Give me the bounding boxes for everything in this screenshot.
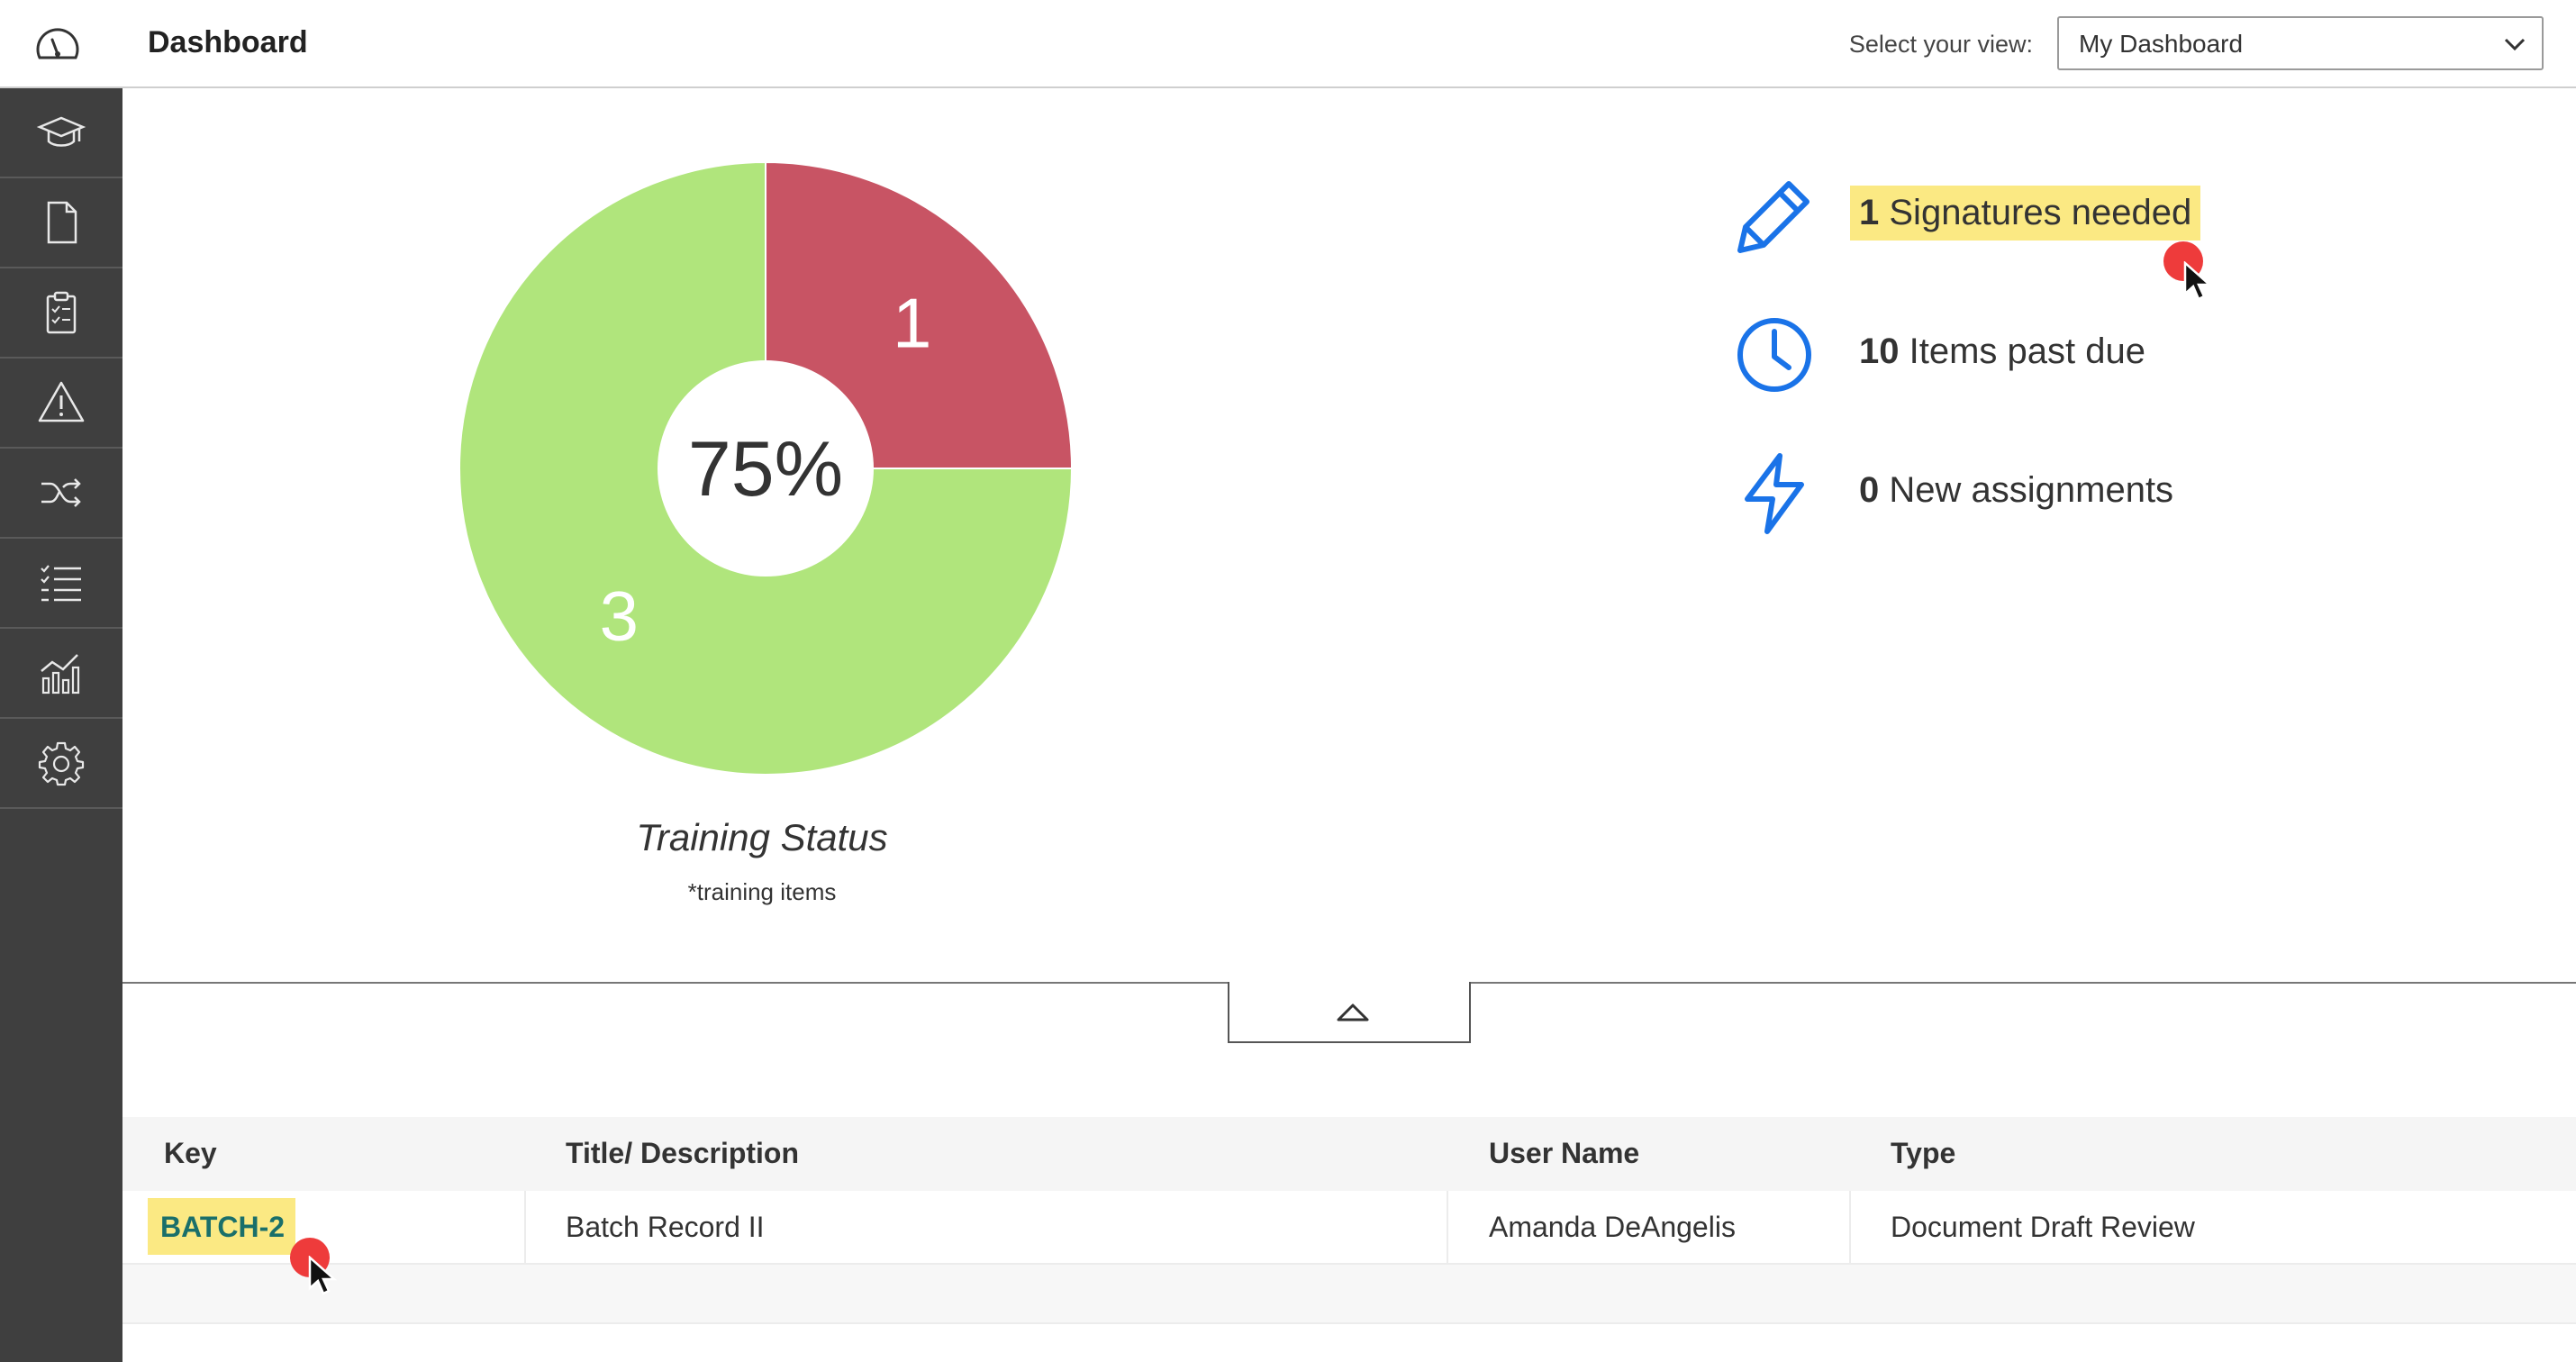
row-key-link[interactable]: BATCH-2 <box>148 1198 296 1255</box>
sidebar-item-tasks[interactable] <box>0 539 122 629</box>
mouse-cursor-icon <box>2183 261 2213 301</box>
lightning-icon <box>1745 453 1804 534</box>
sidebar-item-issues[interactable] <box>0 359 122 449</box>
column-header-type[interactable]: Type <box>1891 1137 1955 1170</box>
stat-signatures-text[interactable]: 1 Signatures needed <box>1850 186 2201 241</box>
clipboard-icon <box>46 291 77 334</box>
view-select-label: Select your view: <box>1848 31 2033 58</box>
analytics-icon <box>41 654 80 695</box>
warning-icon <box>38 381 85 422</box>
stat-label: Items past due <box>1909 331 2145 371</box>
sidebar <box>0 88 122 1362</box>
cell-divider <box>524 1191 526 1265</box>
chart-subtitle: *training items <box>687 878 837 905</box>
chart-title: Training Status <box>636 816 888 858</box>
column-header-title[interactable]: Title/ Description <box>566 1137 799 1170</box>
pencil-icon <box>1737 181 1810 253</box>
column-header-user[interactable]: User Name <box>1489 1137 1639 1170</box>
row-user: Amanda DeAngelis <box>1489 1211 1736 1243</box>
cell-divider <box>1849 1191 1851 1265</box>
chevron-down-icon <box>2504 38 2526 51</box>
stat-label: Signatures needed <box>1889 193 2192 232</box>
dashboard-gauge-icon[interactable] <box>32 22 83 67</box>
clock-icon <box>1737 318 1811 392</box>
stat-count: 10 <box>1859 331 1900 371</box>
sidebar-item-training[interactable] <box>0 88 122 178</box>
donut-slice-label: 3 <box>600 577 639 656</box>
top-bar: Dashboard Select your view: My Dashboard <box>0 0 2576 88</box>
shuffle-icon <box>41 478 81 507</box>
donut-slice-label: 1 <box>893 283 931 362</box>
table-row-empty <box>122 1265 2576 1322</box>
stat-past-due-text[interactable]: 10 Items past due <box>1850 324 2154 379</box>
view-select[interactable]: My Dashboard <box>2057 16 2544 70</box>
items-table: Key Title/ Description User Name Type BA… <box>122 1117 2576 1358</box>
sidebar-item-checklists[interactable] <box>0 268 122 359</box>
sidebar-item-documents[interactable] <box>0 178 122 268</box>
row-title: Batch Record II <box>566 1211 765 1243</box>
stat-count: 0 <box>1859 470 1880 510</box>
table-row-empty <box>122 1322 2576 1358</box>
cell-divider <box>1447 1191 1448 1265</box>
column-header-key[interactable]: Key <box>164 1137 217 1170</box>
sidebar-item-change[interactable] <box>0 449 122 539</box>
table-header: Key Title/ Description User Name Type <box>122 1117 2576 1191</box>
sidebar-item-settings[interactable] <box>0 719 122 809</box>
view-select-value: My Dashboard <box>2079 30 2244 58</box>
sidebar-item-reports[interactable] <box>0 629 122 719</box>
donut-center-percent: 75% <box>688 426 843 513</box>
gear-icon <box>38 741 85 786</box>
page-title: Dashboard <box>148 25 308 59</box>
task-list-icon <box>41 565 81 602</box>
chevron-up-icon <box>1337 1003 1369 1022</box>
document-icon <box>47 201 77 244</box>
mouse-cursor-icon <box>308 1256 338 1295</box>
stat-new-assignments-text[interactable]: 0 New assignments <box>1850 463 2182 518</box>
stat-label: New assignments <box>1889 470 2174 510</box>
row-type: Document Draft Review <box>1891 1211 2195 1243</box>
stat-count: 1 <box>1859 193 1880 232</box>
table-row[interactable]: BATCH-2 Batch Record II Amanda DeAngelis… <box>122 1191 2576 1265</box>
graduation-cap-icon <box>36 116 86 147</box>
collapse-panel-button[interactable] <box>1228 982 1471 1043</box>
training-status-donut-chart: 1 3 75% <box>458 160 1074 776</box>
